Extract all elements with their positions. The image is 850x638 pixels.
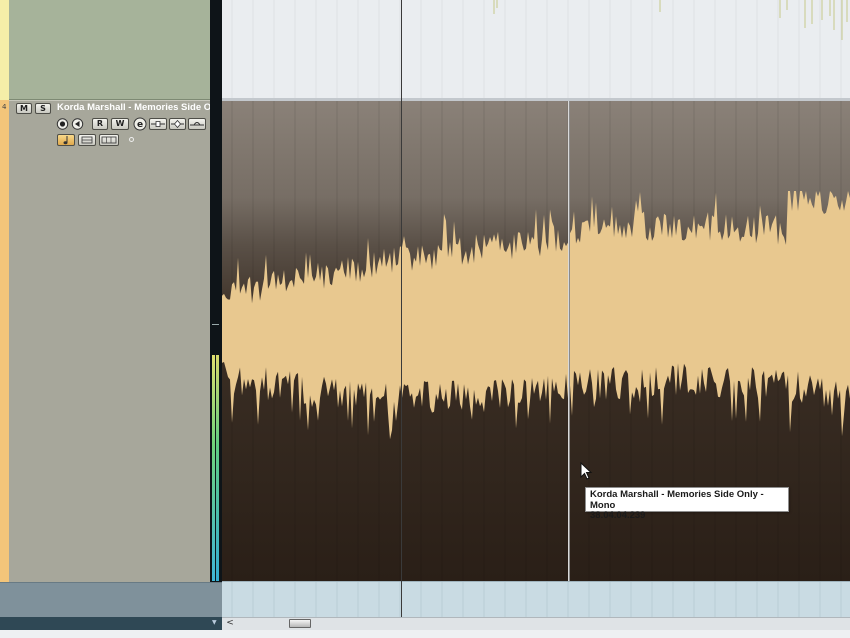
tooltip-event-name: Korda Marshall - Memories Side Only - Mo… bbox=[590, 489, 764, 511]
monitor-icon[interactable] bbox=[71, 118, 84, 130]
track-4-color-strip[interactable] bbox=[0, 100, 9, 582]
solo-button[interactable]: S bbox=[35, 103, 51, 114]
event-tooltip: Korda Marshall - Memories Side Only - Mo… bbox=[585, 487, 789, 521]
track-3-color-strip bbox=[0, 0, 9, 100]
scrollbar-thumb[interactable] bbox=[289, 619, 311, 628]
horizontal-scrollbar[interactable] bbox=[222, 617, 850, 630]
send-icon[interactable] bbox=[188, 118, 206, 130]
level-meter-right bbox=[216, 355, 219, 581]
empty-track-header[interactable] bbox=[0, 582, 222, 617]
empty-track-lane[interactable] bbox=[222, 581, 850, 618]
insert-icon[interactable] bbox=[149, 118, 167, 130]
lane-icon[interactable] bbox=[78, 134, 96, 146]
meter-peak-marker bbox=[212, 324, 219, 325]
dropdown-arrow-icon[interactable]: ▼ bbox=[212, 618, 220, 628]
project-cursor[interactable] bbox=[401, 0, 402, 617]
locator-line-shadow bbox=[569, 101, 570, 581]
write-automation-button[interactable]: W bbox=[111, 118, 129, 130]
status-dot-icon bbox=[128, 136, 135, 143]
level-meter-left bbox=[212, 355, 215, 581]
track-3-header[interactable] bbox=[9, 0, 210, 100]
mute-button[interactable]: M bbox=[16, 103, 32, 114]
record-enable-icon[interactable] bbox=[56, 118, 69, 130]
track-list-footer bbox=[0, 617, 222, 630]
read-automation-button[interactable]: R bbox=[92, 118, 108, 130]
folder-icon[interactable] bbox=[99, 134, 119, 146]
tooltip-position: 38.04.04.239 bbox=[590, 510, 646, 521]
top-lane-grid bbox=[231, 0, 848, 98]
track-number: 4 bbox=[2, 103, 7, 111]
track-4-header[interactable] bbox=[9, 100, 210, 582]
track-name[interactable]: Korda Marshall - Memories Side Onl bbox=[57, 102, 210, 114]
eq-icon[interactable] bbox=[169, 118, 186, 130]
window-bottom-edge bbox=[0, 630, 850, 638]
bottom-lane-grid bbox=[231, 582, 842, 618]
track-3-lane[interactable] bbox=[222, 0, 850, 98]
mouse-pointer-icon bbox=[580, 462, 593, 480]
edit-channel-icon[interactable]: e bbox=[133, 117, 147, 131]
musical-time-icon[interactable] bbox=[57, 134, 75, 146]
edit-label: e bbox=[137, 120, 143, 130]
scroll-left-arrow-icon[interactable]: < bbox=[224, 617, 236, 630]
